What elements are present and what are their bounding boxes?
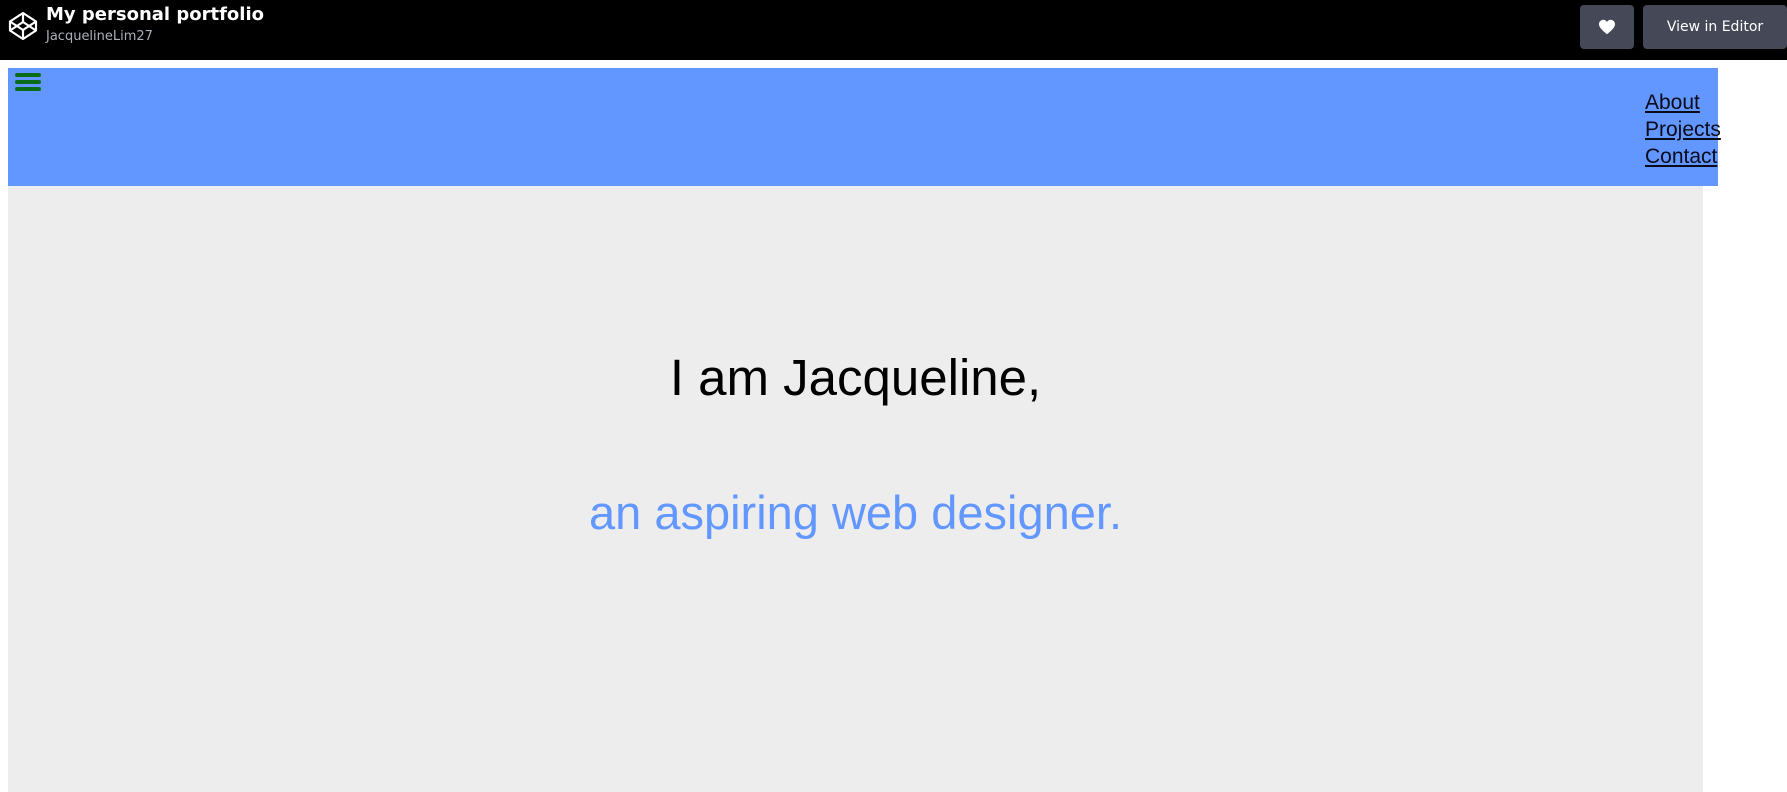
pen-preview: About Projects Contact I am Jacqueline, …: [0, 60, 1787, 792]
nav-link-about[interactable]: About: [1645, 91, 1700, 114]
nav-item-about: About: [1645, 89, 1721, 116]
nav-item-contact: Contact: [1645, 143, 1721, 170]
heart-icon: [1599, 19, 1615, 35]
nav-link-projects[interactable]: Projects: [1645, 118, 1721, 141]
hamburger-icon[interactable]: [15, 71, 41, 93]
hero-tagline: an aspiring web designer.: [588, 486, 1123, 539]
hero-section: I am Jacqueline, an aspiring web designe…: [8, 186, 1703, 792]
pen-author[interactable]: JacquelineLim27: [46, 30, 264, 43]
codepen-logo-icon[interactable]: [7, 10, 39, 42]
site-nav: About Projects Contact: [1645, 89, 1721, 170]
view-in-editor-button[interactable]: View in Editor: [1643, 5, 1787, 49]
pen-info: My personal portfolio JacquelineLim27: [46, 4, 264, 44]
nav-link-contact[interactable]: Contact: [1645, 145, 1717, 168]
site-header: About Projects Contact: [8, 68, 1721, 186]
nav-item-projects: Projects: [1645, 116, 1721, 143]
pen-title: My personal portfolio: [46, 4, 264, 25]
heart-button[interactable]: [1580, 5, 1634, 49]
hero-heading: I am Jacqueline,: [669, 349, 1042, 406]
codepen-topbar: My personal portfolio JacquelineLim27 Vi…: [0, 0, 1787, 60]
